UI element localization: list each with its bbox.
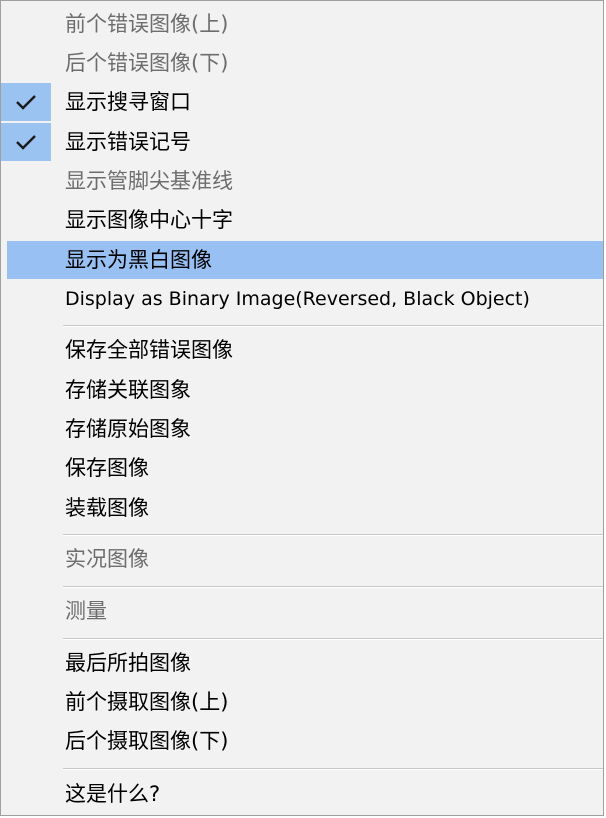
menu-separator — [63, 586, 603, 588]
menu-item-label: 最后所拍图像 — [65, 651, 191, 675]
menu-item-show-error-marks[interactable]: 显示错误记号 — [1, 123, 603, 161]
menu-item-whats-this[interactable]: 这是什么? — [1, 775, 603, 813]
menu-separator — [63, 534, 603, 536]
menu-separator — [63, 638, 603, 640]
menu-item-label: Display as Binary Image(Reversed, Black … — [65, 288, 530, 310]
menu-item-load-image[interactable]: 装载图像 — [1, 489, 603, 527]
menu-item-label: 后个错误图像(下) — [65, 51, 229, 75]
menu-item-label: 前个错误图像(上) — [65, 12, 229, 36]
menu-item-label: 实况图像 — [65, 547, 149, 571]
menu-item-show-search-window[interactable]: 显示搜寻窗口 — [1, 83, 603, 121]
context-menu: 前个错误图像(上) 后个错误图像(下) 显示搜寻窗口 显示错误记号 显示管脚尖基… — [0, 0, 604, 816]
menu-item-show-image-center-cross[interactable]: 显示图像中心十字 — [1, 201, 603, 239]
menu-item-next-error-image[interactable]: 后个错误图像(下) — [1, 44, 603, 82]
menu-item-store-original-image[interactable]: 存储原始图象 — [1, 410, 603, 448]
menu-item-label: 保存全部错误图像 — [65, 338, 233, 362]
menu-item-show-black-white-image[interactable]: 显示为黑白图像 — [7, 241, 603, 279]
menu-item-label: 装载图像 — [65, 496, 149, 520]
menu-item-prev-error-image[interactable]: 前个错误图像(上) — [1, 5, 603, 43]
menu-item-measure[interactable]: 测量 — [1, 592, 603, 630]
menu-item-store-associated-image[interactable]: 存储关联图象 — [1, 371, 603, 409]
menu-item-next-captured-image[interactable]: 后个摄取图像(下) — [1, 722, 603, 760]
menu-item-save-all-error-images[interactable]: 保存全部错误图像 — [1, 331, 603, 369]
menu-item-label: 后个摄取图像(下) — [65, 729, 229, 753]
menu-separator — [63, 325, 603, 327]
menu-item-label: 显示管脚尖基准线 — [65, 169, 233, 193]
menu-item-label: 测量 — [65, 599, 107, 623]
menu-item-label: 显示搜寻窗口 — [65, 90, 191, 114]
menu-item-label: 显示图像中心十字 — [65, 208, 233, 232]
menu-item-show-pin-tip-baseline[interactable]: 显示管脚尖基准线 — [1, 162, 603, 200]
checkmark-icon — [1, 83, 51, 121]
menu-item-label: 显示为黑白图像 — [65, 248, 212, 272]
menu-item-label: 显示错误记号 — [65, 130, 191, 154]
menu-item-live-image[interactable]: 实况图像 — [1, 540, 603, 578]
menu-item-label: 存储原始图象 — [65, 417, 191, 441]
menu-item-label: 保存图像 — [65, 456, 149, 480]
menu-item-display-binary-reversed[interactable]: Display as Binary Image(Reversed, Black … — [1, 280, 603, 318]
menu-item-label: 前个摄取图像(上) — [65, 690, 229, 714]
menu-item-label: 存储关联图象 — [65, 378, 191, 402]
menu-item-save-image[interactable]: 保存图像 — [1, 449, 603, 487]
menu-item-label: 这是什么? — [65, 782, 161, 806]
checkmark-icon — [1, 123, 51, 161]
menu-separator — [63, 768, 603, 770]
menu-item-prev-captured-image[interactable]: 前个摄取图像(上) — [1, 683, 603, 721]
menu-item-last-captured-image[interactable]: 最后所拍图像 — [1, 644, 603, 682]
